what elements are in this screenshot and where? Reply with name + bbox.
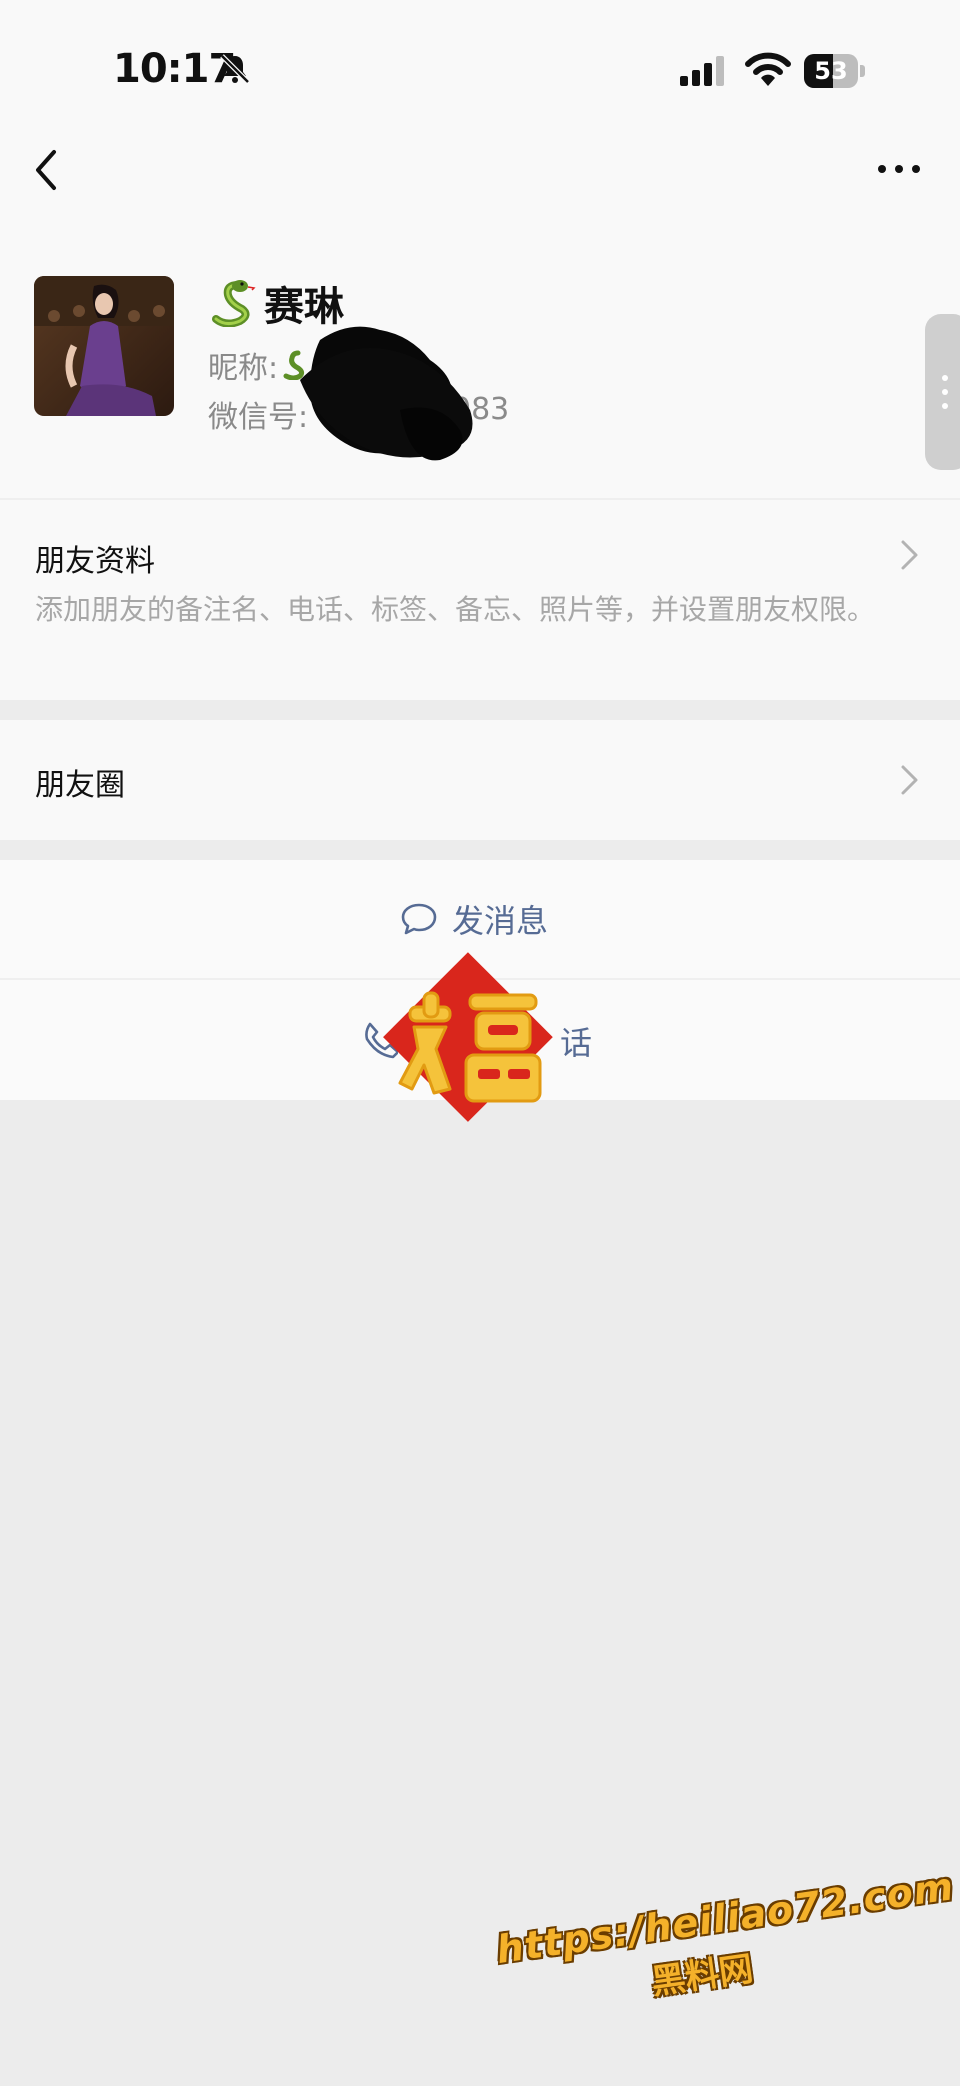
fu-sticker-image: [383, 952, 553, 1122]
friend-info-cell[interactable]: 朋友资料 添加朋友的备注名、电话、标签、备忘、照片等，并设置朋友权限。: [0, 500, 960, 700]
side-drag-handle[interactable]: [925, 314, 960, 470]
signal-icon: [680, 56, 724, 86]
send-message-label: 发消息: [452, 902, 549, 940]
vertical-dots-icon: [942, 375, 948, 409]
back-icon[interactable]: [28, 146, 68, 194]
friend-info-description: 添加朋友的备注名、电话、标签、备忘、照片等，并设置朋友权限。: [35, 593, 876, 626]
watermark: https:/heiliao72.com 黑料网: [494, 1864, 957, 2048]
bell-muted-icon: [220, 54, 250, 84]
snake-icon: [212, 280, 256, 327]
moments-title: 朋友圈: [35, 768, 125, 803]
nickname-label: 昵称:: [208, 351, 279, 386]
redaction-scribble: [300, 326, 473, 461]
chevron-right-icon: [901, 540, 918, 570]
wifi-icon: [745, 52, 791, 86]
section-gap: [0, 840, 960, 860]
status-time: 10:17: [113, 46, 236, 92]
battery-indicator: 53: [804, 54, 866, 88]
battery-level: 53: [814, 57, 848, 85]
avatar[interactable]: [34, 276, 174, 416]
more-dots-icon[interactable]: [874, 154, 924, 184]
friend-info-title: 朋友资料: [35, 544, 155, 579]
profile-page: 10:17 53 赛琳 昵称: 微信号: 083 朋友资料 添加朋友的备注名、电…: [0, 0, 960, 1122]
moments-cell[interactable]: 朋友圈: [0, 720, 960, 840]
battery-cap: [860, 65, 865, 77]
chevron-right-icon: [901, 765, 918, 795]
battery-body: 53: [804, 54, 858, 88]
section-gap: [0, 700, 960, 720]
chat-bubble-icon: [401, 903, 437, 935]
